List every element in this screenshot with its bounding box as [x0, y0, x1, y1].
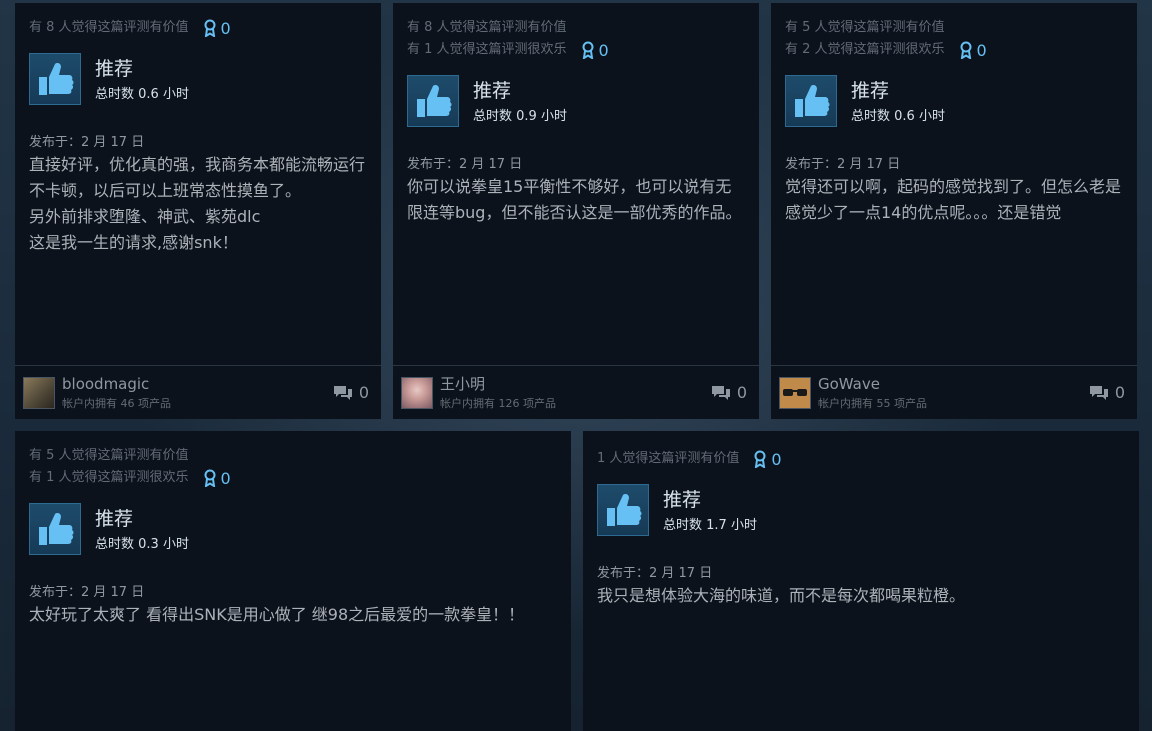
comment-count: 0	[1114, 383, 1125, 402]
helpful-count: 有 5 人觉得这篇评测有价值	[785, 20, 945, 35]
avatar-anime-icon[interactable]	[401, 376, 433, 409]
review-text: 你可以说拳皇15平衡性不够好，也可以说有无限连等bug，但不能否认这是一部优秀的…	[407, 177, 742, 222]
award-button[interactable]: 0	[203, 469, 231, 488]
comments-button[interactable]: 0	[1089, 383, 1125, 402]
avatar-sunglasses-icon[interactable]	[779, 376, 811, 409]
helpful-count: 有 5 人觉得这篇评测有价值	[29, 448, 189, 463]
comment-count: 0	[736, 383, 747, 402]
award-button[interactable]: 0	[581, 41, 609, 60]
thumbs-up-icon[interactable]	[29, 53, 81, 105]
avatar-photo-icon[interactable]	[23, 376, 55, 409]
review-text: 直接好评，优化真的强，我商务本都能流畅运行不卡顿，以后可以上班常态性摸鱼了。 另…	[29, 155, 366, 252]
award-count: 0	[220, 468, 231, 488]
award-count: 0	[976, 40, 987, 60]
review-card: 1 人觉得这篇评测有价值 0 推荐 总时数 1.7 小时 发布于：2 月 17 …	[583, 431, 1139, 731]
award-count: 0	[220, 18, 231, 38]
author-products: 帐户内拥有 126 项产品	[440, 396, 556, 410]
review-card: 有 5 人觉得这篇评测有价值 有 2 人觉得这篇评测很欢乐 0 推荐 总时数 0…	[771, 3, 1137, 419]
helpful-count: 有 8 人觉得这篇评测有价值	[29, 20, 189, 35]
review-card: 有 8 人觉得这篇评测有价值 0 推荐 总时数 0.6 小时 发布于：2 月 1…	[15, 3, 381, 419]
playtime-hours: 总时数 0.3 小时	[95, 536, 189, 552]
funny-count: 有 2 人觉得这篇评测很欢乐	[785, 42, 945, 57]
award-button[interactable]: 0	[753, 449, 782, 469]
award-icon	[754, 450, 766, 468]
playtime-hours: 总时数 0.9 小时	[473, 108, 567, 124]
recommendation: 推荐 总时数 0.6 小时	[785, 75, 1123, 127]
recommendation: 推荐 总时数 0.9 小时	[407, 75, 745, 127]
helpful-count: 1 人觉得这篇评测有价值	[597, 451, 740, 466]
playtime-hours: 总时数 0.6 小时	[851, 108, 945, 124]
comment-count: 0	[358, 383, 369, 402]
author-name[interactable]: GoWave	[818, 375, 927, 393]
review-footer: bloodmagic 帐户内拥有 46 项产品 0	[15, 365, 381, 419]
comments-button[interactable]: 0	[333, 383, 369, 402]
award-count: 0	[771, 449, 782, 469]
thumbs-up-icon[interactable]	[407, 75, 459, 127]
recommendation: 推荐 总时数 0.3 小时	[29, 503, 557, 555]
author-products: 帐户内拥有 55 项产品	[818, 396, 927, 410]
recommendation-label: 推荐	[851, 79, 890, 102]
award-icon	[960, 41, 972, 59]
award-icon	[204, 469, 216, 487]
funny-count: 有 1 人觉得这篇评测很欢乐	[29, 470, 189, 485]
comments-button[interactable]: 0	[711, 383, 747, 402]
review-text: 太好玩了太爽了 看得出SNK是用心做了 继98之后最爱的一款拳皇！！	[29, 605, 525, 624]
posted-date: 发布于：2 月 17 日	[407, 157, 523, 172]
award-count: 0	[598, 40, 609, 60]
funny-count: 有 1 人觉得这篇评测很欢乐	[407, 42, 567, 57]
helpful-count: 有 8 人觉得这篇评测有价值	[407, 20, 567, 35]
comment-icon	[333, 385, 352, 400]
thumbs-up-icon[interactable]	[597, 484, 649, 536]
thumbs-up-icon[interactable]	[29, 503, 81, 555]
playtime-hours: 总时数 1.7 小时	[663, 517, 757, 533]
award-icon	[204, 19, 216, 37]
author-name[interactable]: 王小明	[440, 375, 556, 393]
review-text: 觉得还可以啊，起码的感觉找到了。但怎么老是感觉少了一点14的优点呢。。。还是错觉	[785, 177, 1122, 222]
award-button[interactable]: 0	[203, 19, 231, 38]
recommendation-label: 推荐	[95, 57, 134, 80]
recommendation-label: 推荐	[95, 507, 134, 530]
review-footer: 王小明 帐户内拥有 126 项产品 0	[393, 365, 759, 419]
review-text: 我只是想体验大海的味道，而不是每次都喝果粒橙。	[597, 586, 966, 605]
comment-icon	[1089, 385, 1108, 400]
recommendation-label: 推荐	[473, 79, 512, 102]
award-button[interactable]: 0	[959, 41, 987, 60]
thumbs-up-icon[interactable]	[785, 75, 837, 127]
posted-date: 发布于：2 月 17 日	[29, 585, 145, 600]
award-icon	[582, 41, 594, 59]
comment-icon	[711, 385, 730, 400]
posted-date: 发布于：2 月 17 日	[597, 566, 713, 581]
posted-date: 发布于：2 月 17 日	[29, 135, 145, 150]
review-card: 有 8 人觉得这篇评测有价值 有 1 人觉得这篇评测很欢乐 0 推荐 总时数 0…	[393, 3, 759, 419]
playtime-hours: 总时数 0.6 小时	[95, 86, 189, 102]
posted-date: 发布于：2 月 17 日	[785, 157, 901, 172]
author-name[interactable]: bloodmagic	[62, 375, 171, 393]
review-footer: GoWave 帐户内拥有 55 项产品 0	[771, 365, 1137, 419]
recommendation: 推荐 总时数 1.7 小时	[597, 484, 1125, 536]
recommendation-label: 推荐	[663, 488, 702, 511]
recommendation: 推荐 总时数 0.6 小时	[29, 53, 367, 105]
review-card: 有 5 人觉得这篇评测有价值 有 1 人觉得这篇评测很欢乐 0 推荐 总时数 0…	[15, 431, 571, 731]
author-products: 帐户内拥有 46 项产品	[62, 396, 171, 410]
